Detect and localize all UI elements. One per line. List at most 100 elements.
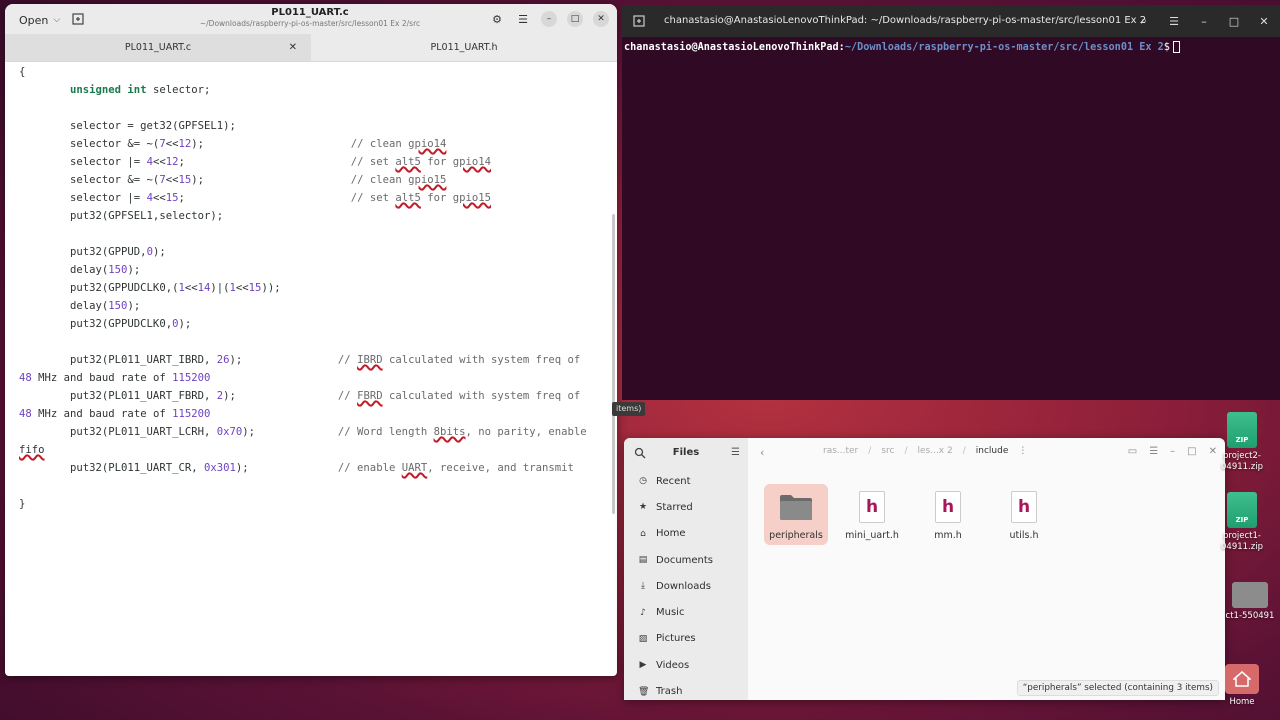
music-icon: ♪ xyxy=(640,607,646,618)
minimize-icon[interactable]: – xyxy=(1170,446,1175,457)
minimize-icon[interactable]: – xyxy=(541,11,557,27)
sidebar-item-label: Videos xyxy=(656,659,690,671)
star-icon: ★ xyxy=(638,502,648,513)
code-line[interactable]: put32(GPFSEL1,selector); xyxy=(19,207,223,225)
code-line[interactable]: unsigned int selector; xyxy=(19,81,210,99)
code-line[interactable]: selector |= 4<<12; // set alt5 for gpio1… xyxy=(19,153,491,171)
breadcrumb-separator: / xyxy=(904,446,908,456)
sidebar-item-downloads[interactable]: ⤓ Downloads xyxy=(624,573,748,599)
breadcrumb-current[interactable]: include xyxy=(976,446,1009,456)
desktop-icon-label: Home xyxy=(1229,697,1255,707)
file-item[interactable]: peripherals xyxy=(764,484,828,545)
search-icon[interactable]: ⌕ xyxy=(1136,13,1152,29)
items-tooltip: items) xyxy=(612,402,646,416)
code-line[interactable]: put32(PL011_UART_CR, 0x301); // enable U… xyxy=(19,459,574,477)
editor-titlebar: Open ⌵ PL011_UART.c ~/Downloads/raspberr… xyxy=(5,4,617,34)
zip-file-icon: ZIP xyxy=(1227,492,1257,528)
code-line[interactable]: delay(150); xyxy=(19,297,140,315)
maximize-icon[interactable]: □ xyxy=(1187,446,1196,457)
files-window: Files ☰ ◷ Recent ★ Starred ⌂ Home ▤ Documents ⤓ D… xyxy=(624,438,1225,700)
hamburger-menu-icon[interactable]: ☰ xyxy=(731,447,740,458)
close-icon[interactable]: ✕ xyxy=(1256,13,1272,29)
terminal-prompt[interactable]: chanastasio@AnastasioLenovoThinkPad:~/Do… xyxy=(624,41,1180,53)
tab-label: PL011_UART.c xyxy=(124,42,192,53)
list-view-icon[interactable]: ☰ xyxy=(1149,446,1158,457)
code-line[interactable]: put32(GPPUD,0); xyxy=(19,243,166,261)
file-item[interactable]: h utils.h xyxy=(992,484,1056,545)
header-file-icon: h xyxy=(859,491,885,523)
code-line[interactable]: 48 MHz and baud rate of 115200 xyxy=(19,405,210,423)
hamburger-menu-icon[interactable]: ☰ xyxy=(1166,13,1182,29)
back-arrow-icon[interactable]: ‹ xyxy=(760,446,764,459)
code-line[interactable]: put32(GPPUDCLK0,(1<<14)|(1<<15)); xyxy=(19,279,281,297)
gear-icon[interactable]: ⚙ xyxy=(489,11,505,27)
desktop-icon-file[interactable]: ct1-550491 xyxy=(1220,582,1280,622)
code-line[interactable]: selector = get32(GPFSEL1); xyxy=(19,117,236,135)
prompt-path: ~/Downloads/raspberry-pi-os-master/src/l… xyxy=(844,42,1164,53)
file-item[interactable]: h mini_uart.h xyxy=(840,484,904,545)
hamburger-menu-icon[interactable]: ☰ xyxy=(515,11,531,27)
code-line[interactable]: { xyxy=(19,63,25,81)
prompt-symbol: $ xyxy=(1163,42,1170,53)
tab-pl011-uart-h[interactable]: PL011_UART.h xyxy=(311,34,617,61)
tab-pl011-uart-c[interactable]: PL011_UART.c ✕ xyxy=(5,34,311,61)
code-area[interactable]: { unsigned int selector; selector = get3… xyxy=(5,62,617,676)
header-file-icon: h xyxy=(935,491,961,523)
new-document-icon[interactable] xyxy=(71,12,85,26)
code-line[interactable]: } xyxy=(19,495,25,513)
editor-title: PL011_UART.c ~/Downloads/raspberry-pi-os… xyxy=(155,7,465,28)
sidebar-item-home[interactable]: ⌂ Home xyxy=(624,521,748,547)
open-button[interactable]: Open ⌵ xyxy=(13,9,66,31)
document-path: ~/Downloads/raspberry-pi-os-master/src/l… xyxy=(199,19,421,28)
tab-label: PL011_UART.h xyxy=(430,42,498,53)
breadcrumb-segment[interactable]: ras...ter xyxy=(823,446,858,456)
close-icon[interactable]: ✕ xyxy=(593,11,609,27)
trash-icon: 🗑 xyxy=(638,686,650,697)
code-line[interactable]: selector &= ~(7<<12); // clean gpio14 xyxy=(19,135,446,153)
code-line[interactable]: delay(150); xyxy=(19,261,140,279)
breadcrumb-segment[interactable]: src xyxy=(881,446,894,456)
minimize-icon[interactable]: – xyxy=(1196,13,1212,29)
document-title: PL011_UART.c xyxy=(271,7,349,18)
breadcrumb-separator: / xyxy=(868,446,872,456)
code-line[interactable]: selector |= 4<<15; // set alt5 for gpio1… xyxy=(19,189,491,207)
sidebar-item-documents[interactable]: ▤ Documents xyxy=(624,547,748,573)
zip-file-icon: ZIP xyxy=(1227,412,1257,448)
new-tab-icon[interactable] xyxy=(632,14,646,28)
code-line[interactable]: put32(PL011_UART_LCRH, 0x70); // Word le… xyxy=(19,423,587,441)
code-line[interactable]: put32(PL011_UART_FBRD, 2); // FBRD calcu… xyxy=(19,387,580,405)
more-options-icon[interactable]: ⋮ xyxy=(1018,446,1027,456)
breadcrumb-segment[interactable]: les...x 2 xyxy=(918,446,953,456)
file-icon xyxy=(1232,582,1268,608)
editor-tabs: PL011_UART.c ✕ PL011_UART.h xyxy=(5,34,617,62)
code-line[interactable]: fifo xyxy=(19,441,45,459)
header-file-icon: h xyxy=(1011,491,1037,523)
desktop-icon-project1-zip[interactable]: ZIP project1- 04911.zip xyxy=(1212,492,1272,553)
code-line[interactable]: put32(PL011_UART_IBRD, 26); // IBRD calc… xyxy=(19,351,580,369)
breadcrumb[interactable]: ras...ter / src / les...x 2 / include ⋮ xyxy=(823,446,1027,456)
desktop-icon-project2-zip[interactable]: ZIP project2- 04911.zip xyxy=(1212,412,1272,473)
sidebar-item-starred[interactable]: ★ Starred xyxy=(624,494,748,520)
maximize-icon[interactable]: □ xyxy=(567,11,583,27)
code-line[interactable]: selector &= ~(7<<15); // clean gpio15 xyxy=(19,171,446,189)
tab-close-icon[interactable]: ✕ xyxy=(289,42,297,53)
terminal-window: chanastasio@AnastasioLenovoThinkPad: ~/D… xyxy=(622,5,1280,400)
sidebar-item-label: Documents xyxy=(656,554,714,566)
desktop-icon-home[interactable]: Home xyxy=(1212,664,1272,708)
view-options-icon[interactable]: ▭ xyxy=(1128,446,1137,457)
file-grid: peripherals h mini_uart.h h mm.h h utils.h xyxy=(764,484,1056,545)
sidebar-item-label: Trash xyxy=(656,686,683,698)
sidebar-item-music[interactable]: ♪ Music xyxy=(624,599,748,625)
text-editor-window: Open ⌵ PL011_UART.c ~/Downloads/raspberr… xyxy=(5,4,617,676)
code-line[interactable]: 48 MHz and baud rate of 115200 xyxy=(19,369,210,387)
sidebar-item-pictures[interactable]: ▨ Pictures xyxy=(624,626,748,652)
file-item[interactable]: h mm.h xyxy=(916,484,980,545)
file-label: mini_uart.h xyxy=(845,530,899,541)
maximize-icon[interactable]: □ xyxy=(1226,13,1242,29)
terminal-title: chanastasio@AnastasioLenovoThinkPad: ~/D… xyxy=(664,15,1147,26)
scrollbar[interactable] xyxy=(612,214,615,514)
sidebar-item-recent[interactable]: ◷ Recent xyxy=(624,468,748,494)
sidebar-item-trash[interactable]: 🗑 Trash xyxy=(624,678,748,700)
code-line[interactable]: put32(GPPUDCLK0,0); xyxy=(19,315,191,333)
sidebar-item-videos[interactable]: ▶ Videos xyxy=(624,652,748,678)
